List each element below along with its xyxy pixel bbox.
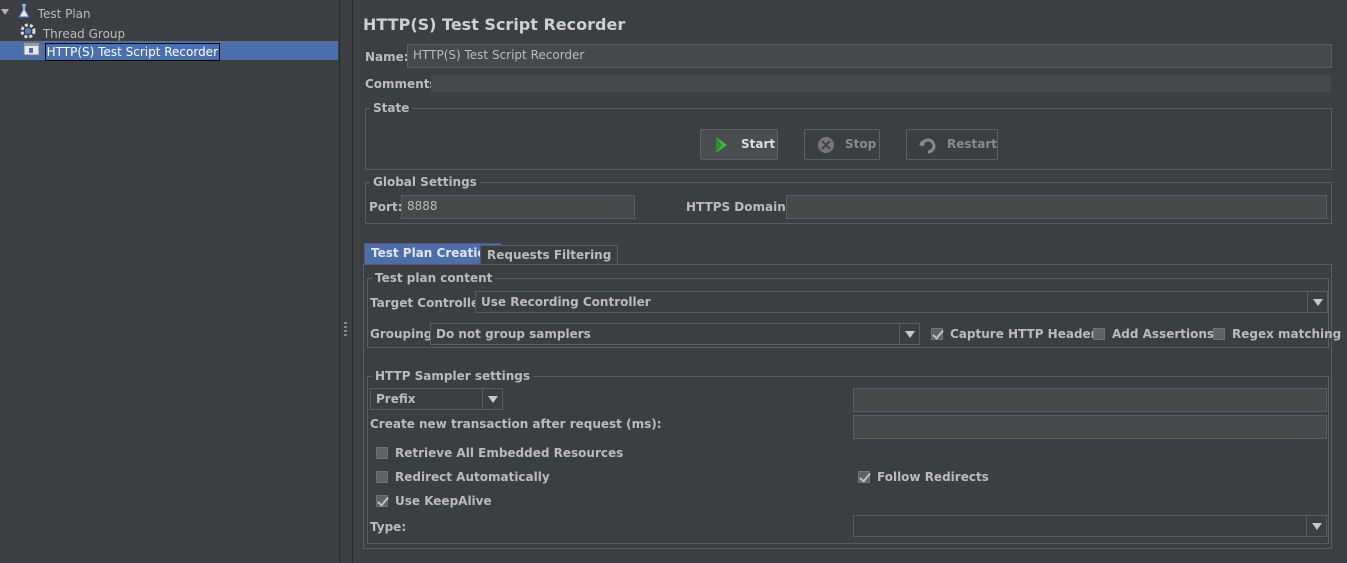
follow-redirects-label: Follow Redirects	[877, 470, 989, 484]
keepalive-label: Use KeepAlive	[395, 494, 492, 508]
checkbox-checked-icon[interactable]	[858, 471, 870, 483]
prefix-select[interactable]: Prefix	[370, 388, 503, 410]
global-settings-group: Global Settings Port: 8888 HTTPS Domains…	[365, 175, 1332, 224]
play-icon	[713, 136, 729, 165]
test-plan-tree: Test Plan Thread Group HTTP(S) Test Scri…	[0, 0, 340, 563]
chevron-down-icon[interactable]	[899, 324, 919, 344]
prefix-value: Prefix	[376, 392, 416, 406]
checkbox-unchecked-icon[interactable]	[1213, 328, 1225, 340]
state-title: State	[370, 101, 413, 115]
global-settings-title: Global Settings	[370, 175, 480, 189]
transaction-label: Create new transaction after request (ms…	[370, 417, 662, 431]
stop-icon	[817, 136, 835, 165]
comments-input[interactable]	[431, 75, 1331, 92]
tree-item-test-plan[interactable]: Test Plan	[0, 3, 93, 22]
prefix-input[interactable]	[853, 388, 1327, 412]
target-controller-value: Use Recording Controller	[481, 295, 651, 309]
retrieve-embedded-checkbox[interactable]: Retrieve All Embedded Resources	[376, 445, 623, 461]
redirect-automatically-checkbox[interactable]: Redirect Automatically	[376, 469, 550, 485]
recorder-panel: HTTP(S) Test Script Recorder Name: HTTP(…	[352, 0, 1347, 563]
checkbox-unchecked-icon[interactable]	[1093, 328, 1105, 340]
comments-label: Comments:	[365, 77, 442, 91]
port-label: Port:	[369, 200, 403, 214]
test-plan-content-group: Test plan content Target Controller: Use…	[367, 271, 1341, 348]
tab-requests-filtering[interactable]: Requests Filtering	[480, 245, 619, 266]
tree-item-label: HTTP(S) Test Script Recorder	[44, 42, 221, 61]
chevron-down-icon[interactable]	[1307, 292, 1327, 312]
chevron-down-icon[interactable]	[482, 389, 502, 409]
regex-matching-checkbox[interactable]: Regex matching	[1213, 326, 1341, 342]
restart-label: Restart	[947, 137, 998, 151]
expand-arrow-icon[interactable]	[0, 5, 12, 24]
port-input[interactable]: 8888	[401, 195, 635, 219]
start-label: Start	[741, 137, 776, 151]
tab-content-panel: Test plan content Target Controller: Use…	[363, 264, 1341, 549]
type-label: Type:	[370, 520, 407, 534]
recorder-icon	[23, 41, 41, 63]
tree-item-label: Test Plan	[37, 6, 91, 21]
grouping-select[interactable]: Do not group samplers	[430, 323, 920, 345]
add-assertions-checkbox[interactable]: Add Assertions	[1093, 326, 1214, 342]
grouping-label: Grouping:	[370, 327, 438, 341]
type-select[interactable]	[853, 515, 1327, 537]
checkbox-unchecked-icon[interactable]	[376, 471, 388, 483]
http-sampler-settings-title: HTTP Sampler settings	[372, 369, 533, 383]
checkbox-unchecked-icon[interactable]	[376, 447, 388, 459]
capture-headers-label: Capture HTTP Headers	[950, 327, 1104, 341]
follow-redirects-checkbox[interactable]: Follow Redirects	[858, 469, 989, 485]
name-input[interactable]: HTTP(S) Test Script Recorder	[407, 44, 1332, 68]
add-assertions-label: Add Assertions	[1112, 327, 1215, 341]
state-group: State Start Stop Restart	[365, 101, 1332, 170]
splitter-grip-icon[interactable]	[343, 322, 348, 338]
target-controller-select[interactable]: Use Recording Controller	[475, 291, 1328, 313]
grouping-value: Do not group samplers	[436, 327, 591, 341]
stop-label: Stop	[845, 137, 877, 151]
name-label: Name:	[365, 50, 409, 64]
page-title: HTTP(S) Test Script Recorder	[363, 15, 626, 34]
checkbox-checked-icon[interactable]	[931, 328, 943, 340]
start-button[interactable]: Start	[700, 129, 778, 160]
https-domains-input[interactable]	[786, 195, 1327, 219]
chevron-down-icon[interactable]	[1306, 516, 1326, 536]
regex-matching-label: Regex matching	[1232, 327, 1342, 341]
test-plan-content-title: Test plan content	[372, 271, 496, 285]
splitter[interactable]	[341, 0, 351, 563]
retrieve-embedded-label: Retrieve All Embedded Resources	[395, 446, 624, 460]
https-domains-label: HTTPS Domains:	[686, 200, 798, 214]
restart-button[interactable]: Restart	[906, 129, 998, 160]
tree-item-recorder[interactable]: HTTP(S) Test Script Recorder	[0, 41, 338, 63]
http-sampler-settings-group: HTTP Sampler settings Prefix Create new …	[367, 369, 1329, 544]
keepalive-checkbox[interactable]: Use KeepAlive	[376, 493, 492, 509]
tree-item-label: Thread Group	[42, 26, 126, 41]
capture-headers-checkbox[interactable]: Capture HTTP Headers	[931, 326, 1104, 342]
redirect-automatically-label: Redirect Automatically	[395, 470, 550, 484]
transaction-input[interactable]	[853, 415, 1327, 439]
target-controller-label: Target Controller:	[370, 296, 490, 310]
tree-item-thread-group[interactable]: Thread Group	[19, 22, 127, 41]
stop-button[interactable]: Stop	[804, 129, 880, 160]
checkbox-checked-icon[interactable]	[376, 495, 388, 507]
restart-icon	[919, 136, 939, 165]
